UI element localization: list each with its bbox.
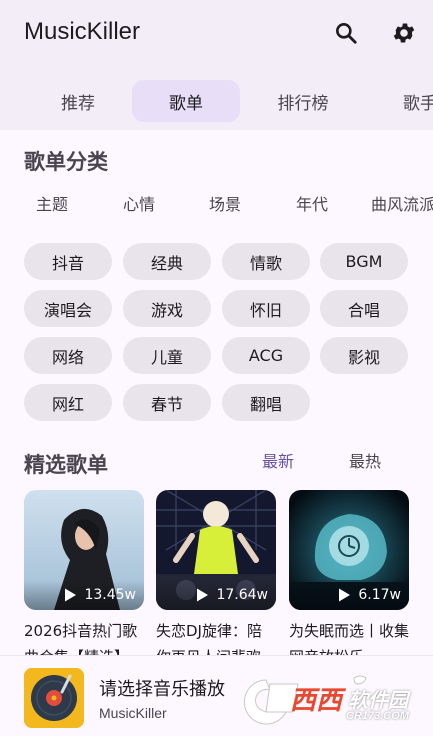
category-tab-scene[interactable]: 场景 <box>209 186 241 220</box>
chip-spring-festival[interactable]: 春节 <box>123 384 211 421</box>
chip-chorus[interactable]: 合唱 <box>320 290 408 327</box>
playlist-cover: 17.64w <box>156 490 276 610</box>
chip-love-songs[interactable]: 情歌 <box>222 243 310 280</box>
chip-bgm[interactable]: BGM <box>320 243 408 280</box>
chip-film[interactable]: 影视 <box>320 337 408 374</box>
album-art <box>24 668 84 728</box>
play-count: 6.17w <box>289 580 409 610</box>
playlist-cover: 6.17w <box>289 490 409 610</box>
play-count: 17.64w <box>156 580 276 610</box>
main-tabs: 推荐 歌单 排行榜 歌手 <box>0 68 433 130</box>
sort-newest[interactable]: 最新 <box>262 448 294 472</box>
tab-charts[interactable]: 排行榜 <box>249 80 357 122</box>
chip-douyin[interactable]: 抖音 <box>24 243 112 280</box>
category-tab-theme[interactable]: 主题 <box>36 186 68 220</box>
tab-recommend[interactable]: 推荐 <box>24 80 132 122</box>
search-button[interactable] <box>329 16 363 50</box>
settings-button[interactable] <box>387 16 421 50</box>
category-tab-mood[interactable]: 心情 <box>123 186 155 220</box>
chip-kids[interactable]: 儿童 <box>123 337 211 374</box>
watermark-domain: CR173.COM <box>346 710 409 722</box>
chip-concert[interactable]: 演唱会 <box>24 290 112 327</box>
play-icon <box>197 588 209 602</box>
chip-nostalgia[interactable]: 怀旧 <box>222 290 310 327</box>
play-icon <box>65 588 77 602</box>
category-section-title: 歌单分类 <box>24 150 108 174</box>
top-app-bar: MusicKiller <box>0 0 433 68</box>
playlist-card[interactable]: 6.17w 为失眠而选丨收集网音放松乐 <box>289 490 409 664</box>
featured-section-title: 精选歌单 <box>24 453 108 477</box>
play-count-value: 17.64w <box>216 587 268 603</box>
search-icon <box>336 23 357 44</box>
gear-icon <box>393 23 415 43</box>
category-tab-genre[interactable]: 曲风流派 <box>371 186 433 220</box>
watermark-logo: 西西 软件园 CR173.COM <box>236 672 432 728</box>
sort-hottest[interactable]: 最热 <box>349 448 381 472</box>
tab-artists[interactable]: 歌手 <box>366 80 433 122</box>
now-playing-subtitle: MusicKiller <box>99 705 167 721</box>
chip-game[interactable]: 游戏 <box>123 290 211 327</box>
play-count-value: 6.17w <box>358 587 401 603</box>
category-tab-era[interactable]: 年代 <box>296 186 328 220</box>
watermark-brand: 西西 <box>290 686 343 716</box>
chip-internet[interactable]: 网络 <box>24 337 112 374</box>
play-count: 13.45w <box>24 580 144 610</box>
category-tabs: 主题 心情 场景 年代 曲风流派 <box>0 186 433 220</box>
playlist-card[interactable]: 13.45w 2026抖音热门歌曲合集【精选】 <box>24 490 144 664</box>
play-count-value: 13.45w <box>84 587 136 603</box>
chip-acg[interactable]: ACG <box>222 337 310 374</box>
chip-influencer[interactable]: 网红 <box>24 384 112 421</box>
app-title: MusicKiller <box>24 18 141 45</box>
chip-classic[interactable]: 经典 <box>123 243 211 280</box>
play-icon <box>339 588 351 602</box>
playlist-cover: 13.45w <box>24 490 144 610</box>
playlist-card[interactable]: 17.64w 失恋DJ旋律：陪你再见人间悲欢 <box>156 490 276 664</box>
tab-playlists[interactable]: 歌单 <box>132 80 240 122</box>
chip-cover[interactable]: 翻唱 <box>222 384 310 421</box>
watermark-cn: 软件园 <box>348 688 408 712</box>
vinyl-disc-icon <box>24 668 84 728</box>
now-playing-title: 请选择音乐播放 <box>99 679 225 700</box>
